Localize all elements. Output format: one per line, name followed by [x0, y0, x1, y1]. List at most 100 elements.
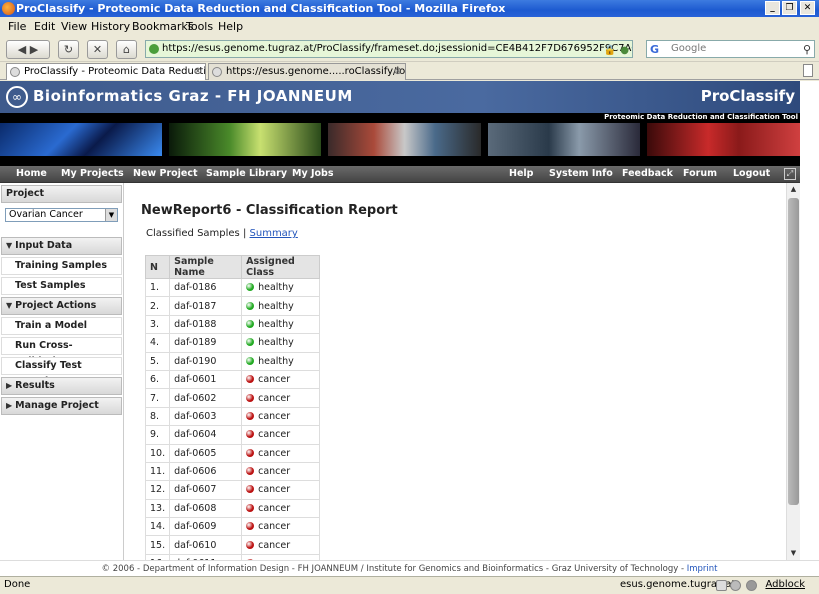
tab-login[interactable]: https://esus.genome.....roClassify/login…: [208, 63, 406, 80]
assigned-class: cancer: [241, 498, 321, 519]
org-name: Bioinformatics Graz - FH JOANNEUM: [33, 87, 353, 105]
url-input[interactable]: https://esus.genome.tugraz.at/ProClassif…: [145, 40, 633, 58]
class-label: healthy: [258, 337, 294, 349]
imprint-link[interactable]: Imprint: [687, 564, 718, 574]
home-icon[interactable]: ⌂: [116, 40, 137, 59]
sample-name: daf-0605: [169, 443, 243, 463]
nav-feedback[interactable]: Feedback: [622, 168, 673, 179]
google-icon: G: [650, 43, 660, 56]
report-subnav: Classified Samples | Summary: [146, 228, 298, 239]
reload-icon[interactable]: ↻: [58, 40, 79, 59]
sidebar-item-train-model[interactable]: Train a Model: [1, 317, 122, 335]
sidebar-project-actions[interactable]: ▼ Project Actions: [1, 297, 122, 315]
menu-tools[interactable]: Tools: [186, 20, 213, 33]
site-identity-icon[interactable]: [149, 44, 159, 54]
nav-help[interactable]: Help: [509, 168, 533, 179]
search-input[interactable]: G Google ⚲: [646, 40, 815, 58]
scrollbar-thumb[interactable]: [788, 198, 799, 505]
column-header-n[interactable]: N: [144, 255, 171, 279]
summary-link[interactable]: Summary: [250, 228, 298, 239]
sidebar-item-classify-test[interactable]: Classify Test Samples: [1, 357, 122, 387]
table-row: 3. daf-0188 healthy: [144, 314, 321, 335]
sample-name: daf-0601: [169, 369, 243, 390]
logo-icon: ∞: [6, 86, 28, 108]
menu-edit[interactable]: Edit: [34, 20, 55, 33]
blocked-icon[interactable]: [746, 580, 757, 591]
nav-my-projects[interactable]: My Projects: [61, 168, 124, 179]
app-subtitle: Proteomic Data Reduction and Classificat…: [604, 113, 798, 122]
vertical-scrollbar[interactable]: ▲ ▼: [786, 183, 800, 560]
page-title: NewReport6 - Classification Report: [141, 203, 398, 218]
nav-sample-library[interactable]: Sample Library: [206, 168, 287, 179]
menu-view[interactable]: View: [61, 20, 87, 33]
tab-close-icon[interactable]: ⊗: [394, 64, 402, 79]
row-number: 11.: [144, 461, 171, 482]
assigned-class: cancer: [241, 535, 321, 555]
healthy-status-icon: [246, 319, 255, 328]
row-number: 2.: [144, 296, 171, 316]
adblock-link[interactable]: Adblock: [765, 577, 805, 593]
chevron-down-icon[interactable]: ▼: [105, 209, 117, 221]
sample-name: daf-0602: [169, 388, 243, 408]
go-icon[interactable]: ●: [620, 43, 629, 57]
back-forward-button[interactable]: ◀ ▶: [6, 40, 50, 59]
class-label: healthy: [258, 300, 294, 312]
tab-favicon-icon: [212, 67, 222, 77]
nav-logout[interactable]: Logout: [733, 168, 770, 179]
cancer-status-icon: [246, 503, 255, 512]
table-row: 8. daf-0603 cancer: [144, 406, 321, 427]
menu-file[interactable]: File: [8, 20, 26, 33]
nav-system-info[interactable]: System Info: [549, 168, 613, 179]
sidebar-results[interactable]: ▶ Results: [1, 377, 122, 395]
row-number: 10.: [144, 443, 171, 463]
row-number: 5.: [144, 351, 171, 371]
search-placeholder: Google: [671, 43, 707, 54]
fiber-optics-image: [0, 123, 162, 156]
search-icon[interactable]: ⚲: [803, 42, 811, 58]
class-label: cancer: [258, 429, 291, 441]
report-panel: NewReport6 - Classification Report Class…: [141, 183, 786, 560]
project-select[interactable]: Ovarian Cancer ▼: [5, 208, 118, 222]
table-row: 7. daf-0602 cancer: [144, 388, 321, 408]
cancer-status-icon: [246, 522, 255, 531]
sidebar-manage-project-label: Manage Project: [15, 400, 99, 411]
maximize-button[interactable]: ❐: [782, 1, 797, 15]
minimize-button[interactable]: _: [765, 1, 780, 15]
stop-icon[interactable]: ✕: [87, 40, 108, 59]
menu-history[interactable]: History: [91, 20, 130, 33]
row-number: 6.: [144, 369, 171, 390]
sidebar-item-cross-validation[interactable]: Run Cross-Validation: [1, 337, 122, 367]
cancer-status-icon: [246, 540, 255, 549]
nav-forum[interactable]: Forum: [683, 168, 717, 179]
healthy-status-icon: [246, 301, 255, 310]
sample-name: daf-0188: [169, 314, 243, 335]
sidebar-item-training-samples[interactable]: Training Samples: [1, 257, 122, 275]
cancer-status-icon: [246, 430, 255, 439]
sidebar-item-test-samples[interactable]: Test Samples: [1, 277, 122, 295]
close-button[interactable]: ✕: [800, 1, 815, 15]
page-content: Project Ovarian Cancer ▼ ▼ Input Data Tra…: [0, 183, 800, 560]
scroll-up-icon[interactable]: ▲: [787, 183, 800, 196]
sidebar-input-data[interactable]: ▼ Input Data: [1, 237, 122, 255]
sample-name: daf-0607: [169, 480, 243, 500]
nav-new-project[interactable]: New Project: [133, 168, 198, 179]
sample-name: daf-0604: [169, 425, 243, 445]
nav-my-jobs[interactable]: My Jobs: [292, 168, 333, 179]
column-header-assigned-class[interactable]: Assigned Class: [241, 255, 321, 279]
class-label: cancer: [258, 374, 291, 386]
class-label: cancer: [258, 484, 291, 496]
new-tab-icon[interactable]: [803, 64, 813, 77]
nav-home[interactable]: Home: [16, 168, 47, 179]
class-label: healthy: [258, 355, 294, 367]
menu-bar: File Edit View History Bookmarks Tools H…: [0, 17, 819, 35]
tab-close-icon[interactable]: ⊗: [194, 64, 202, 79]
sidebar-manage-project[interactable]: ▶ Manage Project: [1, 397, 122, 415]
menu-help[interactable]: Help: [218, 20, 243, 33]
column-header-sample-name[interactable]: Sample Name: [169, 255, 243, 279]
assigned-class: healthy: [241, 351, 321, 371]
tab-proclassify[interactable]: ProClassify - Proteomic Data Reduction a…: [6, 63, 206, 80]
menu-bookmarks[interactable]: Bookmarks: [132, 20, 193, 33]
scroll-down-icon[interactable]: ▼: [787, 547, 800, 560]
fullscreen-icon[interactable]: ⤢: [784, 168, 796, 180]
table-row: 2. daf-0187 healthy: [144, 296, 321, 316]
